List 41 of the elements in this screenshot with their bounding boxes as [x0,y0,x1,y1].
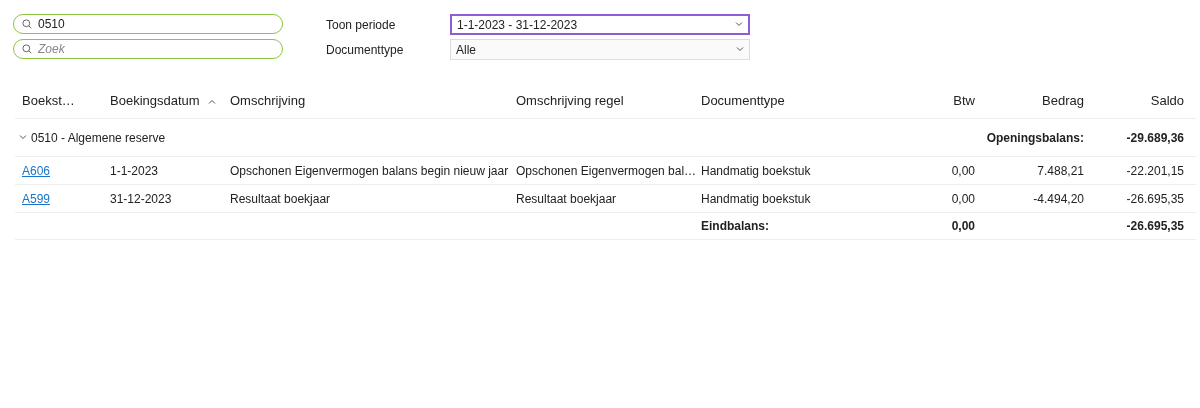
dropdown[interactable]: Alle [450,39,750,60]
search-field[interactable]: Zoek [13,39,283,59]
column-header[interactable]: Documenttype [701,91,785,111]
column-header[interactable]: Saldo [1150,91,1184,111]
search-field[interactable]: 0510 [13,14,283,34]
column-header[interactable]: Omschrijving [230,91,306,111]
table-cell: Opschonen Eigenvermogen balans begin nieuw jaar [230,163,509,178]
table-cell: 0,00 [951,163,975,178]
group-title: 0510 - Algemene reserve [31,129,166,147]
search-icon [22,19,32,29]
table-cell: 31-12-2023 [110,191,172,206]
table-cell: -4.494,20 [1033,191,1084,206]
filter-label: Documenttype [326,41,405,59]
table-cell: 7.488,21 [1037,163,1084,178]
column-header[interactable]: Omschrijving regel [516,91,624,111]
table-cell: Handmatig boekstuk [701,191,811,206]
column-header[interactable]: Bedrag [1042,91,1084,111]
filter-label: Toon periode [326,16,397,34]
chevron-down-icon [735,22,743,27]
table-cell: Resultaat boekjaar [516,191,617,206]
opening-balance-label: Openingsbalans: [985,129,1085,147]
closing-balance-value: -26.695,35 [1126,219,1184,233]
search-icon [22,44,32,54]
column-header[interactable]: Boekingsdatum [110,91,200,111]
table-cell: Handmatig boekstuk [701,163,811,178]
table-cell: Opschonen Eigenvermogen bal… [516,163,697,178]
column-header[interactable]: Btw [953,91,975,111]
chevron-down-icon [736,47,744,52]
document-link[interactable]: A606 [22,163,51,178]
table-cell: -26.695,35 [1126,191,1184,206]
document-link[interactable]: A599 [22,191,51,206]
table-cell: 1-1-2023 [110,163,159,178]
dropdown[interactable]: 1-1-2023 - 31-12-2023 [450,14,750,35]
closing-balance-label: Eindbalans: [701,219,769,233]
chevron-down-icon [19,135,27,140]
closing-btw-total: 0,00 [951,219,975,233]
table-cell: -22.201,15 [1126,163,1184,178]
opening-balance-value: -29.689,36 [1125,129,1185,147]
column-header[interactable]: Boekst… [22,91,75,111]
table-cell: 0,00 [951,191,975,206]
table-cell: Resultaat boekjaar [230,191,331,206]
